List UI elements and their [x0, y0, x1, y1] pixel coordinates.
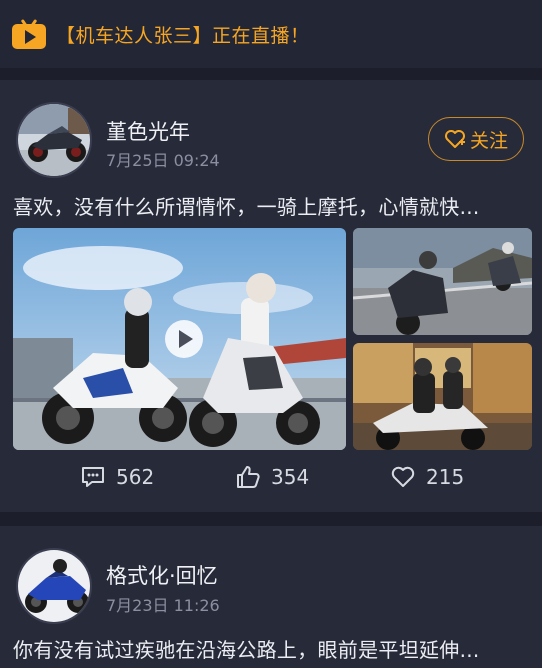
post-time: 7月23日 11:26	[106, 596, 220, 615]
post-card[interactable]: 堇色光年 7月25日 09:24 关注 喜欢，没有什么所谓情怀，一骑上摩托，心情…	[0, 80, 542, 512]
heart-icon	[391, 466, 415, 487]
thumbs-up-icon	[237, 466, 260, 488]
follow-button[interactable]: 关注	[428, 117, 524, 161]
post-text[interactable]: 喜欢，没有什么所谓情怀，一骑上摩托，心情就快...	[13, 191, 533, 220]
user-name[interactable]: 堇色光年	[106, 116, 190, 146]
favorite-count: 215	[426, 465, 465, 489]
post-image[interactable]	[353, 343, 532, 450]
comment-count: 562	[116, 465, 155, 489]
avatar[interactable]	[16, 102, 92, 178]
comment-button[interactable]: 562	[80, 460, 154, 494]
live-banner[interactable]: 【机车达人张三】正在直播！	[0, 0, 542, 68]
like-button[interactable]: 354	[235, 460, 309, 494]
post-video-thumbnail[interactable]	[13, 228, 346, 450]
tv-live-icon	[12, 18, 46, 49]
video-play-button[interactable]	[165, 320, 203, 358]
post-image[interactable]	[353, 228, 532, 335]
post-card[interactable]: 格式化·回忆 7月23日 11:26 你有没有试过疾驰在沿海公路上，眼前是平坦延…	[0, 526, 542, 668]
post-text[interactable]: 你有没有试过疾驰在沿海公路上，眼前是平坦延伸...	[13, 634, 533, 663]
post-time: 7月25日 09:24	[106, 151, 220, 170]
avatar[interactable]	[16, 548, 92, 624]
live-banner-text: 【机车达人张三】正在直播！	[56, 24, 310, 47]
heart-plus-icon	[444, 130, 465, 148]
user-name[interactable]: 格式化·回忆	[106, 560, 218, 590]
post-actions: 562 354 215	[0, 460, 542, 494]
follow-label: 关注	[469, 129, 508, 152]
favorite-button[interactable]: 215	[390, 460, 464, 494]
like-count: 354	[271, 465, 310, 489]
comment-icon	[82, 467, 104, 487]
play-icon	[179, 330, 193, 348]
